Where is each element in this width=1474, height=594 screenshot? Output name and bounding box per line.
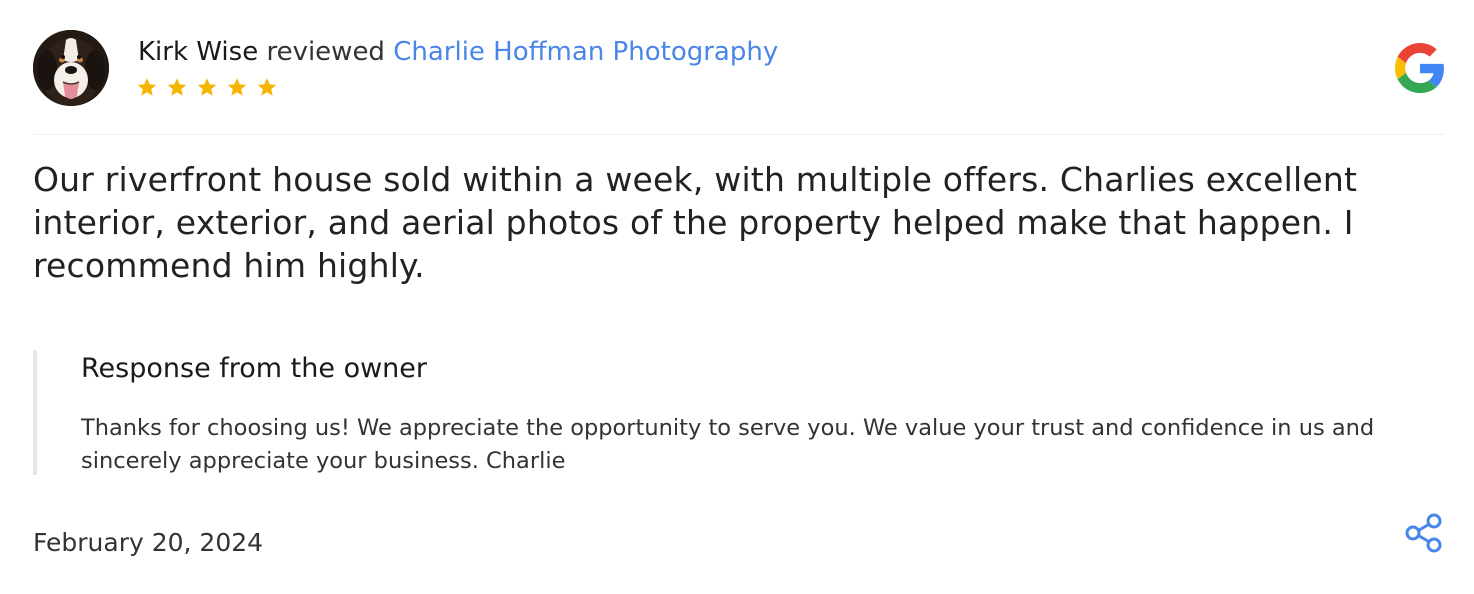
review-header: Kirk Wise reviewed Charlie Hoffman Photo… <box>138 34 778 70</box>
reviewed-label: reviewed <box>266 37 385 67</box>
star-icon <box>167 78 187 96</box>
owner-response-text: Thanks for choosing us! We appreciate th… <box>81 415 1375 474</box>
header-divider <box>33 134 1445 135</box>
google-icon <box>1395 43 1444 93</box>
share-icon <box>1405 513 1442 553</box>
owner-response: Response from the owner Thanks for choos… <box>33 350 1437 475</box>
reviewer-name[interactable]: Kirk Wise <box>138 37 258 67</box>
business-name-link[interactable]: Charlie Hoffman Photography <box>393 37 778 67</box>
review-date: February 20, 2024 <box>33 528 264 557</box>
star-icon <box>137 78 157 96</box>
star-icon <box>197 78 217 96</box>
reviewer-avatar[interactable] <box>33 30 109 106</box>
review-card: Kirk Wise reviewed Charlie Hoffman Photo… <box>0 0 1474 594</box>
star-icon <box>257 78 277 96</box>
owner-response-title: Response from the owner <box>81 353 427 384</box>
star-rating <box>136 76 278 98</box>
star-icon <box>227 78 247 96</box>
share-button[interactable] <box>1403 512 1445 554</box>
dog-avatar-icon <box>33 30 109 106</box>
review-text: Our riverfront house sold within a week,… <box>33 160 1358 285</box>
